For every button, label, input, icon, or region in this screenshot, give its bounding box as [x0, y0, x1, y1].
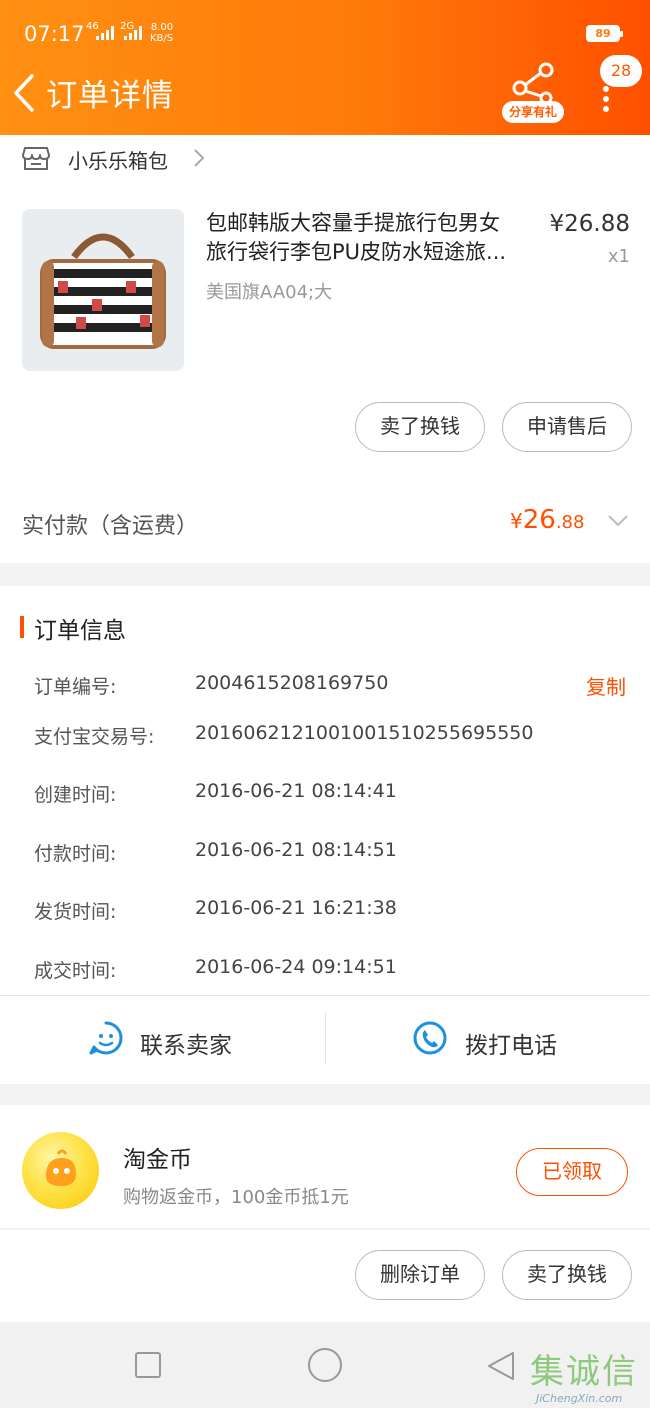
paid-time-value: 2016-06-21 08:14:51 [195, 839, 397, 861]
shipped-time-label: 发货时间: [34, 901, 117, 923]
phone-icon [412, 1020, 448, 1060]
bottom-action-bar: 删除订单 卖了换钱 [0, 1230, 650, 1322]
chevron-down-icon[interactable] [606, 513, 630, 533]
share-button[interactable]: 分享有礼 [500, 62, 566, 124]
recent-apps-button[interactable] [135, 1352, 161, 1378]
coin-title: 淘金币 [123, 1147, 192, 1173]
share-label: 分享有礼 [502, 101, 564, 123]
home-button[interactable] [308, 1348, 342, 1382]
divider [0, 995, 650, 996]
store-icon [22, 145, 50, 175]
product-quantity: x1 [607, 246, 630, 267]
call-phone-button[interactable]: 拨打电话 [465, 1026, 557, 1060]
order-number-label: 订单编号: [34, 676, 117, 698]
product-title[interactable]: 包邮韩版大容量手提旅行包男女 旅行袋行李包PU皮防水短途旅... [206, 209, 536, 267]
order-number-value: 2004615208169750 [195, 672, 389, 694]
chat-icon [88, 1020, 124, 1060]
created-time-label: 创建时间: [34, 784, 117, 806]
paid-time-label: 付款时间: [34, 843, 117, 865]
order-info-title: 订单信息 [34, 618, 126, 644]
coin-received-button[interactable]: 已领取 [516, 1148, 628, 1196]
watermark: 集诚信 JiChengXin.com [530, 1352, 638, 1405]
deal-time-label: 成交时间: [34, 960, 117, 982]
status-time: 07:17 [24, 22, 85, 46]
sell-for-cash-button[interactable]: 卖了换钱 [355, 402, 485, 452]
paid-amount: ¥26.88 [510, 505, 585, 535]
battery-icon: 89 [586, 25, 623, 42]
sell-for-cash-bottom-button[interactable]: 卖了换钱 [502, 1250, 632, 1300]
back-button[interactable] [8, 68, 42, 118]
product-spec: 美国旗AA04;大 [206, 282, 333, 303]
message-badge: 28 [600, 55, 642, 87]
product-image[interactable] [22, 209, 184, 371]
chevron-right-icon [192, 147, 206, 173]
share-icon [512, 62, 554, 102]
after-sale-button[interactable]: 申请售后 [502, 402, 632, 452]
contact-seller-button[interactable]: 联系卖家 [140, 1026, 232, 1060]
net-speed: 8.00 KB/S [150, 22, 174, 44]
created-time-value: 2016-06-21 08:14:41 [195, 780, 397, 802]
signal2-icon [124, 26, 142, 40]
more-button[interactable] [596, 86, 616, 112]
gold-coin-icon [22, 1132, 99, 1209]
taobao-coin-card: 淘金币 购物返金币，100金币抵1元 已领取 [0, 1105, 650, 1228]
shipped-time-value: 2016-06-21 16:21:38 [195, 897, 397, 919]
alipay-trade-label: 支付宝交易号: [34, 726, 155, 748]
section-accent-bar [20, 616, 24, 638]
deal-time-value: 2016-06-24 09:14:51 [195, 956, 397, 978]
shop-name-link[interactable]: 小乐乐箱包 [68, 145, 168, 174]
product-price: ¥26.88 [549, 211, 630, 237]
status-bar: 07:17 46 2G 8.00 KB/S 89 [0, 0, 650, 66]
coin-subtitle: 购物返金币，100金币抵1元 [123, 1187, 349, 1208]
signal1-icon [96, 26, 114, 40]
chevron-left-icon [14, 74, 34, 112]
delete-order-button[interactable]: 删除订单 [355, 1250, 485, 1300]
vertical-divider [325, 1013, 326, 1063]
paid-amount-label: 实付款（含运费） [22, 514, 199, 539]
alipay-trade-value: 2016062121001001510255695550 [195, 722, 534, 744]
order-info-card: 订单信息 订单编号: 2004615208169750 复制 支付宝交易号: 2… [0, 586, 650, 1084]
page-title: 订单详情 [46, 78, 174, 114]
order-item-card: 小乐乐箱包 包邮韩版大容量手提旅行包男女 旅行袋行李包PU皮防水短途旅... 美… [0, 135, 650, 563]
copy-button[interactable]: 复制 [586, 671, 626, 700]
system-back-button[interactable] [486, 1350, 516, 1386]
system-nav-bar: 集诚信 JiChengXin.com [0, 1322, 650, 1408]
app-header: 07:17 46 2G 8.00 KB/S 89 订单详情 分享有礼 28 [0, 0, 650, 135]
